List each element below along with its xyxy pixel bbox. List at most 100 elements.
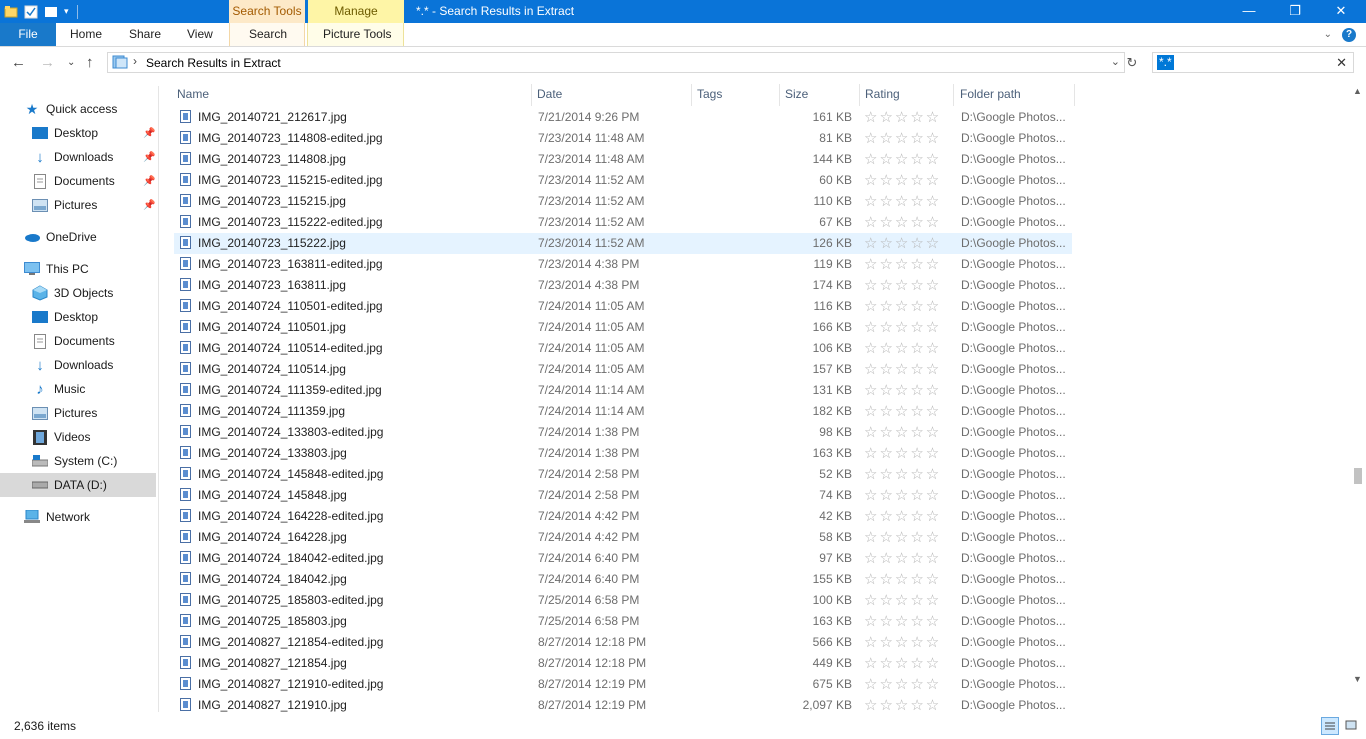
column-header-folder-path[interactable]: Folder path (957, 84, 1075, 106)
maximize-button[interactable]: ❐ (1272, 0, 1318, 23)
file-name[interactable]: IMG_20140721_212617.jpg (198, 107, 528, 128)
chevron-down-icon[interactable]: ⌄ (1111, 55, 1120, 68)
file-name[interactable]: IMG_20140724_110501-edited.jpg (198, 296, 528, 317)
file-name[interactable]: IMG_20140725_185803-edited.jpg (198, 590, 528, 611)
rating-stars[interactable]: ☆☆☆☆☆ (864, 653, 952, 674)
file-name[interactable]: IMG_20140725_185803.jpg (198, 611, 528, 632)
table-row[interactable]: IMG_20140723_163811-edited.jpg 7/23/2014 … (174, 254, 1072, 275)
up-arrow-icon[interactable]: ↑ (86, 54, 94, 71)
nav-onedrive[interactable]: OneDrive (0, 225, 156, 249)
file-name[interactable]: IMG_20140724_110501.jpg (198, 317, 528, 338)
tab-file[interactable]: File (0, 23, 56, 46)
table-row[interactable]: IMG_20140723_115222.jpg 7/23/2014 11:52 A… (174, 233, 1072, 254)
scroll-down-icon[interactable]: ▼ (1349, 674, 1366, 684)
column-header-tags[interactable]: Tags (694, 84, 780, 106)
table-row[interactable]: IMG_20140724_133803-edited.jpg 7/24/2014 … (174, 422, 1072, 443)
file-name[interactable]: IMG_20140723_114808.jpg (198, 149, 528, 170)
rating-stars[interactable]: ☆☆☆☆☆ (864, 275, 952, 296)
table-row[interactable]: IMG_20140723_114808-edited.jpg 7/23/2014 … (174, 128, 1072, 149)
file-name[interactable]: IMG_20140723_115215.jpg (198, 191, 528, 212)
rating-stars[interactable]: ☆☆☆☆☆ (864, 569, 952, 590)
nav-network[interactable]: Network (0, 505, 156, 529)
table-row[interactable]: IMG_20140723_163811.jpg 7/23/2014 4:38 PM… (174, 275, 1072, 296)
table-row[interactable]: IMG_20140724_110501-edited.jpg 7/24/2014 … (174, 296, 1072, 317)
file-name[interactable]: IMG_20140724_164228-edited.jpg (198, 506, 528, 527)
nav-data-d[interactable]: DATA (D:) (0, 473, 156, 497)
file-name[interactable]: IMG_20140723_115222.jpg (198, 233, 528, 254)
search-query[interactable]: *.* (1157, 55, 1174, 70)
file-name[interactable]: IMG_20140827_121910-edited.jpg (198, 674, 528, 695)
table-row[interactable]: IMG_20140723_115215-edited.jpg 7/23/2014 … (174, 170, 1072, 191)
rating-stars[interactable]: ☆☆☆☆☆ (864, 359, 952, 380)
nav-downloads[interactable]: ↓ Downloads (0, 353, 156, 377)
nav-desktop-quick[interactable]: Desktop 📌 (0, 121, 156, 145)
rating-stars[interactable]: ☆☆☆☆☆ (864, 212, 952, 233)
rating-stars[interactable]: ☆☆☆☆☆ (864, 317, 952, 338)
rating-stars[interactable]: ☆☆☆☆☆ (864, 296, 952, 317)
file-name[interactable]: IMG_20140724_145848-edited.jpg (198, 464, 528, 485)
refresh-icon[interactable]: ↻ (1124, 52, 1140, 73)
table-row[interactable]: IMG_20140725_185803-edited.jpg 7/25/2014 … (174, 590, 1072, 611)
table-row[interactable]: IMG_20140724_145848-edited.jpg 7/24/2014 … (174, 464, 1072, 485)
nav-documents-quick[interactable]: Documents 📌 (0, 169, 156, 193)
nav-desktop[interactable]: Desktop (0, 305, 156, 329)
file-name[interactable]: IMG_20140724_133803.jpg (198, 443, 528, 464)
breadcrumb-separator[interactable]: › (133, 54, 137, 68)
tab-home[interactable]: Home (70, 23, 102, 46)
rating-stars[interactable]: ☆☆☆☆☆ (864, 422, 952, 443)
search-input[interactable]: *.* ✕ (1152, 52, 1354, 73)
file-name[interactable]: IMG_20140827_121854.jpg (198, 653, 528, 674)
column-header-size[interactable]: Size (782, 84, 860, 106)
column-header-rating[interactable]: Rating (862, 84, 954, 106)
scrollbar-thumb[interactable] (1354, 468, 1362, 484)
rating-stars[interactable]: ☆☆☆☆☆ (864, 191, 952, 212)
file-name[interactable]: IMG_20140724_111359.jpg (198, 401, 528, 422)
file-name[interactable]: IMG_20140723_163811.jpg (198, 275, 528, 296)
rating-stars[interactable]: ☆☆☆☆☆ (864, 464, 952, 485)
rating-stars[interactable]: ☆☆☆☆☆ (864, 443, 952, 464)
file-name[interactable]: IMG_20140827_121854-edited.jpg (198, 632, 528, 653)
nav-music[interactable]: ♪ Music (0, 377, 156, 401)
file-name[interactable]: IMG_20140724_145848.jpg (198, 485, 528, 506)
rating-stars[interactable]: ☆☆☆☆☆ (864, 170, 952, 191)
rating-stars[interactable]: ☆☆☆☆☆ (864, 233, 952, 254)
rating-stars[interactable]: ☆☆☆☆☆ (864, 149, 952, 170)
table-row[interactable]: IMG_20140724_110514.jpg 7/24/2014 11:05 A… (174, 359, 1072, 380)
details-view-icon[interactable] (1321, 717, 1339, 735)
file-name[interactable]: IMG_20140723_114808-edited.jpg (198, 128, 528, 149)
column-header-date[interactable]: Date (534, 84, 692, 106)
table-row[interactable]: IMG_20140827_121910-edited.jpg 8/27/2014 … (174, 674, 1072, 695)
nav-this-pc[interactable]: This PC (0, 257, 156, 281)
file-name[interactable]: IMG_20140723_115215-edited.jpg (198, 170, 528, 191)
nav-videos[interactable]: Videos (0, 425, 156, 449)
customize-toolbar-icon[interactable]: ▾ (64, 6, 69, 17)
nav-quick-access[interactable]: ★ Quick access (0, 97, 156, 121)
close-icon[interactable]: ✕ (1336, 55, 1347, 71)
table-row[interactable]: IMG_20140723_114808.jpg 7/23/2014 11:48 A… (174, 149, 1072, 170)
rating-stars[interactable]: ☆☆☆☆☆ (864, 590, 952, 611)
close-button[interactable]: ✕ (1318, 0, 1364, 23)
minimize-button[interactable]: — (1226, 0, 1272, 23)
rating-stars[interactable]: ☆☆☆☆☆ (864, 674, 952, 695)
tab-search[interactable]: Search (249, 23, 287, 46)
nav-downloads-quick[interactable]: ↓ Downloads 📌 (0, 145, 156, 169)
scroll-up-icon[interactable]: ▲ (1349, 86, 1366, 96)
file-name[interactable]: IMG_20140724_110514.jpg (198, 359, 528, 380)
file-name[interactable]: IMG_20140723_115222-edited.jpg (198, 212, 528, 233)
properties-icon[interactable] (24, 5, 38, 19)
rating-stars[interactable]: ☆☆☆☆☆ (864, 380, 952, 401)
table-row[interactable]: IMG_20140827_121854-edited.jpg 8/27/2014 … (174, 632, 1072, 653)
file-name[interactable]: IMG_20140723_163811-edited.jpg (198, 254, 528, 275)
nav-3d-objects[interactable]: 3D Objects (0, 281, 156, 305)
recent-locations-icon[interactable]: ⌄ (67, 57, 75, 68)
tab-share[interactable]: Share (129, 23, 161, 46)
table-row[interactable]: IMG_20140724_111359-edited.jpg 7/24/2014 … (174, 380, 1072, 401)
table-row[interactable]: IMG_20140724_111359.jpg 7/24/2014 11:14 A… (174, 401, 1072, 422)
table-row[interactable]: IMG_20140723_115215.jpg 7/23/2014 11:52 A… (174, 191, 1072, 212)
column-header-name[interactable]: Name (174, 84, 532, 106)
nav-documents[interactable]: Documents (0, 329, 156, 353)
rating-stars[interactable]: ☆☆☆☆☆ (864, 632, 952, 653)
file-name[interactable]: IMG_20140724_133803-edited.jpg (198, 422, 528, 443)
rating-stars[interactable]: ☆☆☆☆☆ (864, 506, 952, 527)
table-row[interactable]: IMG_20140724_110514-edited.jpg 7/24/2014 … (174, 338, 1072, 359)
